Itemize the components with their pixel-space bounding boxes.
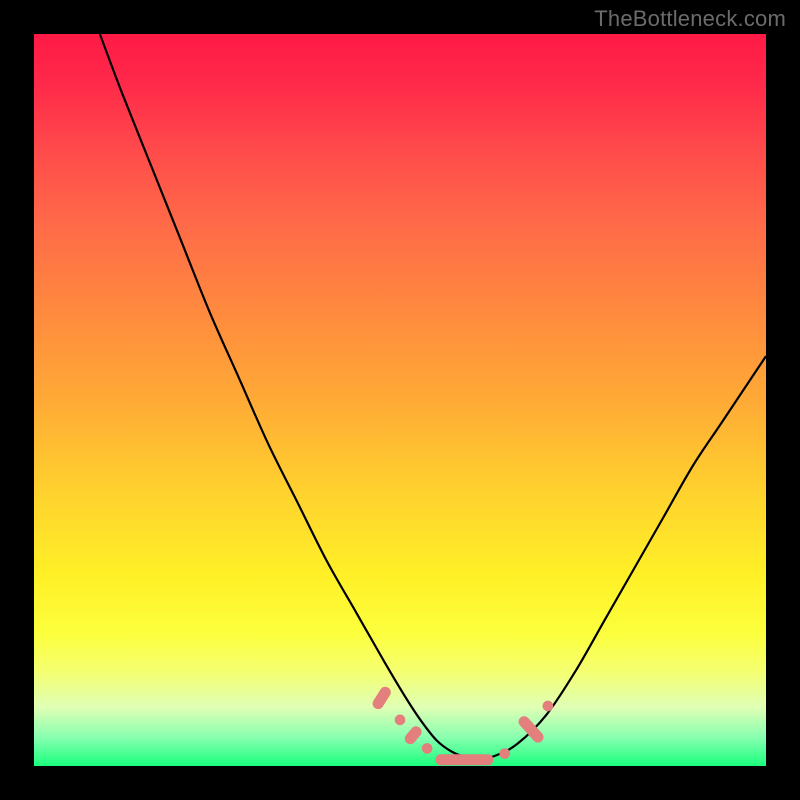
curve-marker-dot — [422, 744, 432, 754]
curve-overlay — [0, 0, 800, 800]
curve-marker-dot — [500, 749, 510, 759]
curve-marker-capsule — [436, 755, 493, 765]
curve-marker-capsule — [403, 725, 423, 746]
curve-marker-capsule — [371, 685, 392, 710]
curve-marker-dot — [395, 715, 405, 725]
bottleneck-curve — [100, 34, 766, 759]
chart-frame: TheBottleneck.com — [0, 0, 800, 800]
curve-marker-dot — [543, 701, 553, 711]
